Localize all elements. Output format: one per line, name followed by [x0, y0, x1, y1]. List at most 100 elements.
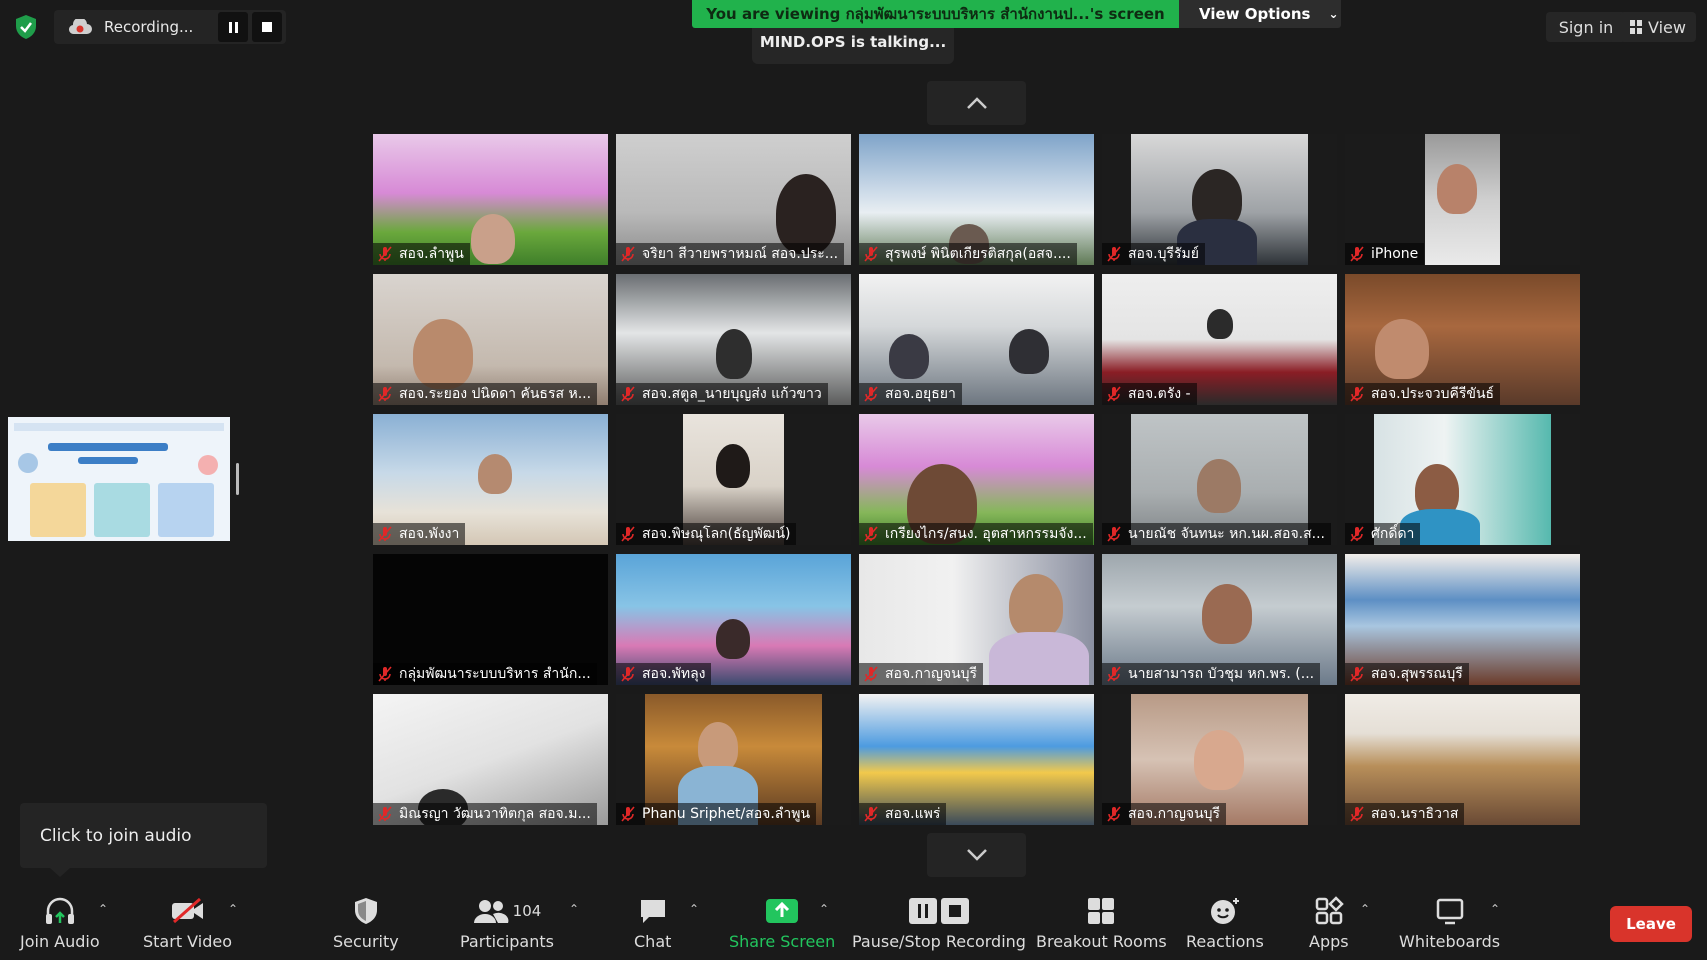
participant-video-tile[interactable]: จริยา สีวายพราหมณ์ สอจ.ประ...: [616, 134, 851, 265]
screen-share-banner: You are viewing กลุ่มพัฒนาระบบบริหาร สำน…: [692, 0, 1179, 28]
mic-muted-icon: [864, 526, 878, 542]
mic-muted-icon: [1350, 386, 1364, 402]
mic-muted-icon: [621, 386, 635, 402]
participant-video-tile[interactable]: iPhone: [1345, 134, 1580, 265]
participant-name-label: จริยา สีวายพราหมณ์ สอจ.ประ...: [616, 243, 845, 265]
pause-stop-recording-button[interactable]: Pause/Stop Recording: [852, 894, 1026, 951]
participant-name-label: สอจ.กาญจนบุรี: [1102, 803, 1227, 825]
share-options-caret[interactable]: ⌃: [819, 902, 829, 916]
previous-page-button[interactable]: [927, 81, 1026, 125]
join-audio-button[interactable]: Join Audio: [20, 894, 100, 951]
mic-muted-icon: [1350, 526, 1364, 542]
participant-video-tile[interactable]: สอจ.พิษณุโลก(ธัญพัฒน์): [616, 414, 851, 545]
view-label: View: [1648, 17, 1686, 37]
mic-muted-icon: [621, 526, 635, 542]
participant-name-label: Phanu Sriphet/สอจ.ลำพูน: [616, 803, 817, 825]
mic-muted-icon: [864, 666, 878, 682]
mic-muted-icon: [621, 806, 635, 822]
mic-muted-icon: [1107, 666, 1121, 682]
participant-video-tile[interactable]: สอจ.สตูล_นายบุญส่ง แก้วขาว: [616, 274, 851, 405]
recording-controls-icon: [908, 898, 969, 924]
participant-name-label: สอจ.ตรัง -: [1102, 383, 1197, 405]
participant-video-tile[interactable]: นายสามารถ บัวชุม หก.พร. (...: [1102, 554, 1337, 685]
breakout-rooms-button[interactable]: Breakout Rooms: [1036, 894, 1167, 951]
reactions-smiley-icon: [1210, 898, 1239, 924]
cloud-recording-icon: [68, 19, 92, 35]
sign-in-button[interactable]: Sign in: [1546, 12, 1626, 42]
shared-slide-preview: [8, 417, 230, 541]
participant-name-label: สอจ.สุพรรณบุรี: [1345, 663, 1469, 685]
participant-video-tile[interactable]: สอจ.ตรัง -: [1102, 274, 1337, 405]
participant-video-tile[interactable]: มิณรญา วัฒนวาทิตกุล สอจ.ม...: [373, 694, 608, 825]
participant-video-tile[interactable]: เกรียงไกร/สนง. อุตสาหกรรมจัง...: [859, 414, 1094, 545]
participant-video-tile[interactable]: สอจ.กาญจนบุรี: [1102, 694, 1337, 825]
participant-name-label: สอจ.พิษณุโลก(ธัญพัฒน์): [616, 523, 797, 545]
participant-video-tile[interactable]: กลุ่มพัฒนาระบบบริหาร สำนัก...: [373, 554, 608, 685]
participant-video-tile[interactable]: สอจ.สุพรรณบุรี: [1345, 554, 1580, 685]
apps-options-caret[interactable]: ⌃: [1360, 902, 1370, 916]
participant-video-tile[interactable]: สอจ.ระยอง ปนิดดา คันธรส ห...: [373, 274, 608, 405]
mic-muted-icon: [1107, 806, 1121, 822]
participants-icon: [473, 900, 509, 923]
participant-name-label: สอจ.สตูล_นายบุญส่ง แก้วขาว: [616, 383, 828, 405]
audio-options-caret[interactable]: ⌃: [98, 902, 108, 916]
whiteboards-options-caret[interactable]: ⌃: [1490, 902, 1500, 916]
mic-muted-icon: [378, 386, 392, 402]
mic-muted-icon: [864, 386, 878, 402]
chat-button[interactable]: Chat: [634, 894, 671, 951]
mic-muted-icon: [621, 666, 635, 682]
video-options-caret[interactable]: ⌃: [228, 902, 238, 916]
participant-video-tile[interactable]: สอจ.แพร่: [859, 694, 1094, 825]
meeting-toolbar: Join Audio ⌃ Start Video ⌃ Security 104 …: [0, 880, 1707, 960]
participant-name-label: กลุ่มพัฒนาระบบบริหาร สำนัก...: [373, 663, 597, 685]
participant-video-tile[interactable]: สอจ.พัทลุง: [616, 554, 851, 685]
participants-options-caret[interactable]: ⌃: [569, 902, 579, 916]
participant-name-label: iPhone: [1345, 243, 1425, 265]
participant-video-tile[interactable]: สอจ.อยุธยา: [859, 274, 1094, 405]
start-video-button[interactable]: Start Video: [143, 894, 232, 951]
participant-name-label: สอจ.ประจวบคีรีขันธ์: [1345, 383, 1501, 405]
chat-bubble-icon: [640, 900, 665, 923]
participant-name-label: เกรียงไกร/สนง. อุตสาหกรรมจัง...: [859, 523, 1093, 545]
mic-muted-icon: [864, 246, 878, 262]
chat-options-caret[interactable]: ⌃: [689, 902, 699, 916]
participant-name-label: สอจ.ระยอง ปนิดดา คันธรส ห...: [373, 383, 598, 405]
leave-meeting-button[interactable]: Leave: [1610, 906, 1692, 942]
mic-muted-icon: [1107, 386, 1121, 402]
stop-recording-button[interactable]: [252, 12, 282, 42]
participant-video-tile[interactable]: สอจ.นราธิวาส: [1345, 694, 1580, 825]
participant-name-label: ศักดิ์ดา: [1345, 523, 1421, 545]
participants-button[interactable]: 104 Participants: [460, 894, 554, 951]
participant-video-tile[interactable]: Phanu Sriphet/สอจ.ลำพูน: [616, 694, 851, 825]
whiteboards-button[interactable]: Whiteboards: [1399, 894, 1500, 951]
participant-video-tile[interactable]: สอจ.กาญจนบุรี: [859, 554, 1094, 685]
headphones-icon: [45, 897, 74, 924]
shared-screen-thumbnail[interactable]: [8, 417, 230, 541]
share-screen-icon: [766, 899, 799, 923]
encryption-shield-icon[interactable]: [14, 14, 38, 40]
participant-name-label: สอจ.อยุธยา: [859, 383, 962, 405]
pause-icon: [228, 21, 238, 33]
mic-muted-icon: [621, 246, 635, 262]
participant-video-tile[interactable]: สอจ.ลำพูน: [373, 134, 608, 265]
participant-name-label: มิณรญา วัฒนวาทิตกุล สอจ.ม...: [373, 803, 597, 825]
view-options-dropdown[interactable]: View Options ⌄: [1179, 0, 1341, 28]
reactions-button[interactable]: Reactions: [1186, 894, 1264, 951]
apps-button[interactable]: Apps: [1309, 894, 1349, 951]
participant-video-tile[interactable]: นายณัช จันทนะ หก.นผ.สอจ.ส...: [1102, 414, 1337, 545]
participant-video-tile[interactable]: สอจ.บุรีรัมย์: [1102, 134, 1337, 265]
security-button[interactable]: Security: [333, 894, 399, 951]
participant-video-tile[interactable]: สอจ.ประจวบคีรีขันธ์: [1345, 274, 1580, 405]
mic-muted-icon: [864, 806, 878, 822]
participant-video-tile[interactable]: สุรพงษ์ พินิตเกียรติสกุล(อสจ....: [859, 134, 1094, 265]
chevron-down-icon: ⌄: [1328, 7, 1339, 21]
participant-name-label: สอจ.พัทลุง: [616, 663, 712, 685]
video-gallery: สอจ.ลำพูน จริยา สีวายพราหมณ์ สอจ.ประ... …: [373, 134, 1580, 826]
next-page-button[interactable]: [927, 833, 1026, 877]
participant-video-tile[interactable]: สอจ.พังงา: [373, 414, 608, 545]
thumbnail-resize-handle[interactable]: [236, 463, 239, 495]
pause-recording-button[interactable]: [218, 12, 248, 42]
mic-muted-icon: [378, 666, 392, 682]
participant-video-tile[interactable]: ศักดิ์ดา: [1345, 414, 1580, 545]
view-layout-button[interactable]: View: [1620, 12, 1696, 42]
